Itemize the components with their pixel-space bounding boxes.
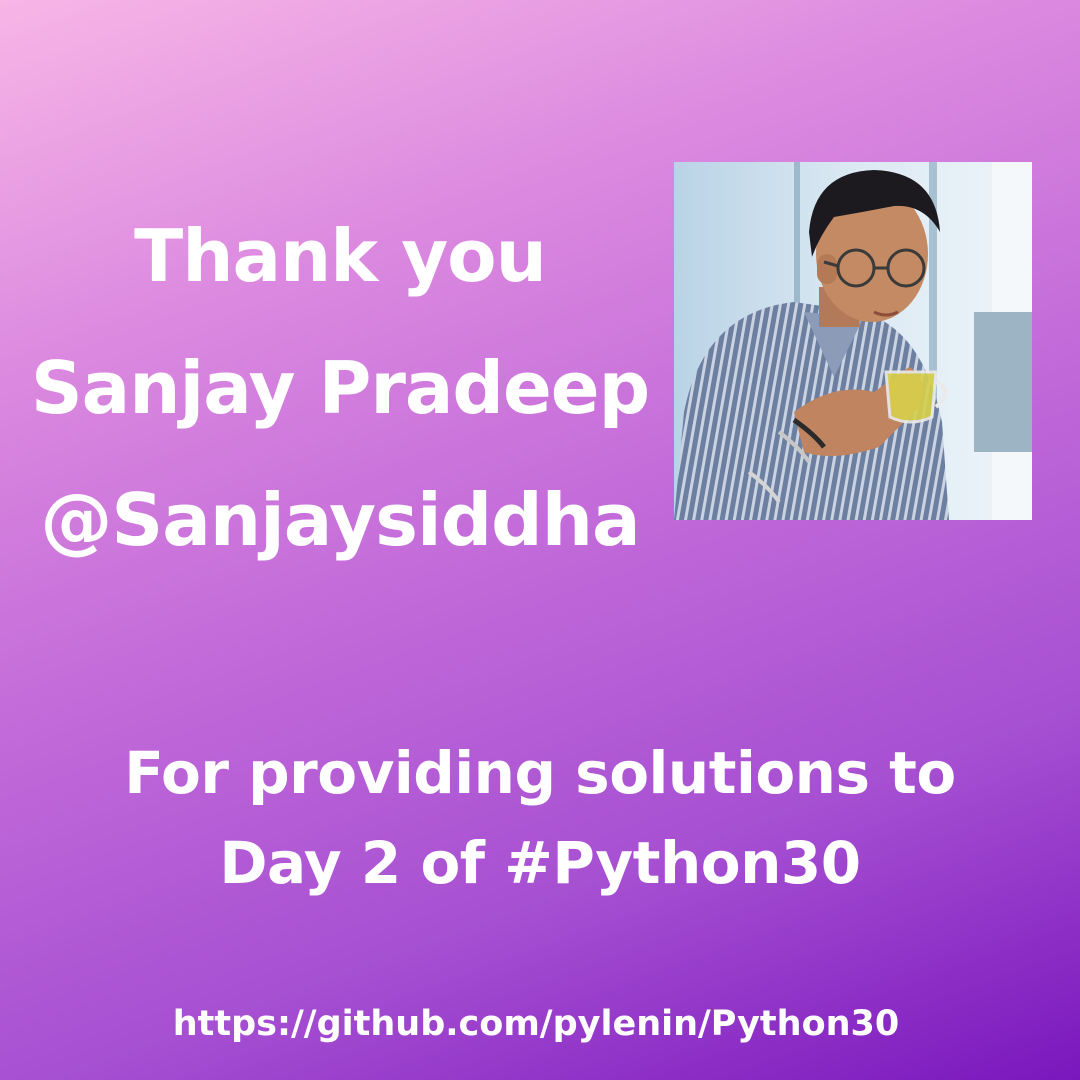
subtitle-line-1: For providing solutions to: [124, 739, 956, 807]
github-link[interactable]: https://github.com/pylenin/Python30: [0, 1000, 1072, 1048]
thank-you-heading: Thank you Sanjay Pradeep @Sanjaysiddha: [30, 190, 650, 586]
thanks-reason-text: For providing solutions to Day 2 of #Pyt…: [60, 728, 1020, 908]
subtitle-line-2: Day 2 of #Python30: [219, 829, 861, 897]
heading-handle: @Sanjaysiddha: [40, 478, 640, 562]
heading-name: Sanjay Pradeep: [30, 346, 650, 430]
heading-thank-you: Thank you: [134, 214, 547, 298]
person-drinking-tea-image: [674, 162, 1032, 520]
profile-photo: [674, 162, 1032, 520]
